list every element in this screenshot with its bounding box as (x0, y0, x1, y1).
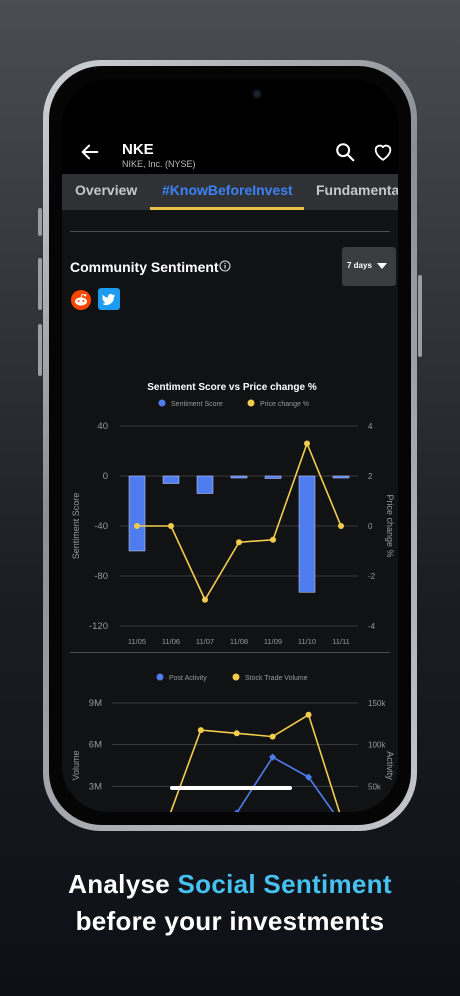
search-icon[interactable] (334, 141, 356, 163)
legend-label-sentiment: Sentiment Score (171, 401, 223, 408)
info-icon[interactable] (219, 260, 231, 272)
content-area: Community Sentiment 7 days Sentiment Sco… (62, 210, 398, 812)
chart-title: Sentiment Score vs Price change % (147, 382, 317, 393)
legend-marker-post-activity (156, 673, 164, 681)
phone-volume-down (38, 324, 42, 376)
point-price-change (202, 596, 208, 603)
tab-fundamental[interactable]: Fundamental (316, 182, 398, 198)
app-screen: NKE NIKE, Inc. (NYSE) Overview #KnowBefo… (62, 79, 398, 812)
marketing-tagline: Analyse Social Sentiment before your inv… (0, 866, 460, 940)
back-arrow-icon[interactable] (79, 141, 101, 163)
tagline-highlight: Social Sentiment (177, 869, 392, 899)
point-price-change (304, 440, 310, 447)
home-indicator (170, 786, 292, 790)
y2-tick-label: -2 (368, 572, 376, 581)
y2-axis-label: Activity (385, 751, 395, 780)
y2-tick-label: 150k (368, 699, 386, 708)
legend-label-stock-volume: Stock Trade Volume (245, 675, 308, 682)
y2-tick-label: -4 (368, 622, 376, 631)
y-tick-label: 0 (103, 471, 108, 482)
line-stock-volume (169, 713, 341, 812)
period-select-value: 7 days (347, 261, 372, 270)
twitter-button[interactable] (98, 288, 120, 310)
tab-bar: Overview #KnowBeforeInvest Fundamental (62, 174, 398, 210)
x-tick-label: 11/05 (128, 637, 146, 646)
point-price-change (168, 523, 174, 529)
phone-volume-up (38, 258, 42, 310)
legend-marker-price-change (247, 399, 255, 407)
tab-know-before-invest[interactable]: #KnowBeforeInvest (162, 182, 293, 198)
bar-sentiment (230, 475, 248, 479)
legend-label-price-change: Price change % (260, 401, 309, 408)
bar-sentiment (196, 475, 214, 494)
x-tick-label: 11/06 (162, 637, 180, 646)
line-post-activity (236, 756, 335, 812)
reddit-icon[interactable] (71, 290, 91, 310)
section-title: Community Sentiment (70, 259, 219, 275)
x-tick-label: 11/10 (298, 637, 316, 646)
sentiment-price-chart: Sentiment Score vs Price change % Sentime… (71, 382, 395, 646)
point-stock-volume (269, 733, 276, 740)
y-tick-label: 9M (89, 698, 102, 709)
heart-icon[interactable] (372, 141, 394, 163)
point-stock-volume (305, 711, 312, 718)
x-tick-label: 11/08 (230, 637, 248, 646)
x-tick-label: 11/11 (332, 637, 350, 646)
point-price-change (134, 523, 140, 529)
y2-tick-label: 4 (368, 422, 373, 431)
y-tick-label: -120 (89, 621, 108, 632)
point-price-change (338, 523, 344, 529)
point-stock-volume (233, 730, 240, 737)
y2-tick-label: 100k (368, 741, 386, 750)
divider (70, 231, 390, 232)
y2-tick-label: 2 (368, 472, 373, 481)
app-bar: NKE NIKE, Inc. (NYSE) (62, 129, 398, 179)
y-tick-label: 40 (97, 421, 108, 432)
twitter-bird-icon (102, 293, 116, 306)
point-price-change (236, 539, 242, 546)
camera-icon (252, 89, 262, 99)
bar-sentiment (298, 475, 316, 593)
bar-sentiment (264, 475, 282, 479)
y-axis-label: Volume (71, 750, 81, 780)
bar-sentiment (332, 475, 350, 479)
bar-sentiment (128, 475, 146, 552)
x-tick-label: 11/07 (196, 637, 214, 646)
phone-silent-switch (38, 208, 42, 236)
y2-tick-label: 0 (368, 522, 373, 531)
ticker-symbol: NKE (122, 141, 154, 158)
legend-label-post-activity: Post Activity (169, 675, 207, 682)
legend-marker-sentiment (158, 399, 166, 407)
point-price-change (270, 536, 276, 543)
tagline-text: Analyse (68, 869, 178, 899)
bar-sentiment (162, 475, 180, 484)
y-tick-label: 3M (89, 781, 102, 792)
period-select[interactable]: 7 days (342, 247, 396, 286)
tagline-line2: before your investments (75, 906, 385, 936)
legend-marker-stock-volume (232, 673, 240, 681)
notch (154, 79, 318, 109)
chevron-down-icon (377, 263, 387, 269)
x-tick-label: 11/09 (264, 637, 282, 646)
y-axis-label: Sentiment Score (71, 493, 81, 560)
point-stock-volume (197, 727, 204, 734)
phone-power-button (418, 275, 422, 357)
phone-frame: NKE NIKE, Inc. (NYSE) Overview #KnowBefo… (38, 60, 422, 831)
y-tick-label: 6M (89, 740, 102, 751)
y-tick-label: -40 (94, 521, 108, 532)
y2-tick-label: 50k (368, 782, 382, 791)
y2-axis-label: Price change % (385, 494, 395, 557)
company-name: NIKE, Inc. (NYSE) (122, 159, 196, 169)
divider (70, 652, 390, 653)
y-tick-label: -80 (94, 571, 108, 582)
tab-overview[interactable]: Overview (75, 182, 137, 198)
